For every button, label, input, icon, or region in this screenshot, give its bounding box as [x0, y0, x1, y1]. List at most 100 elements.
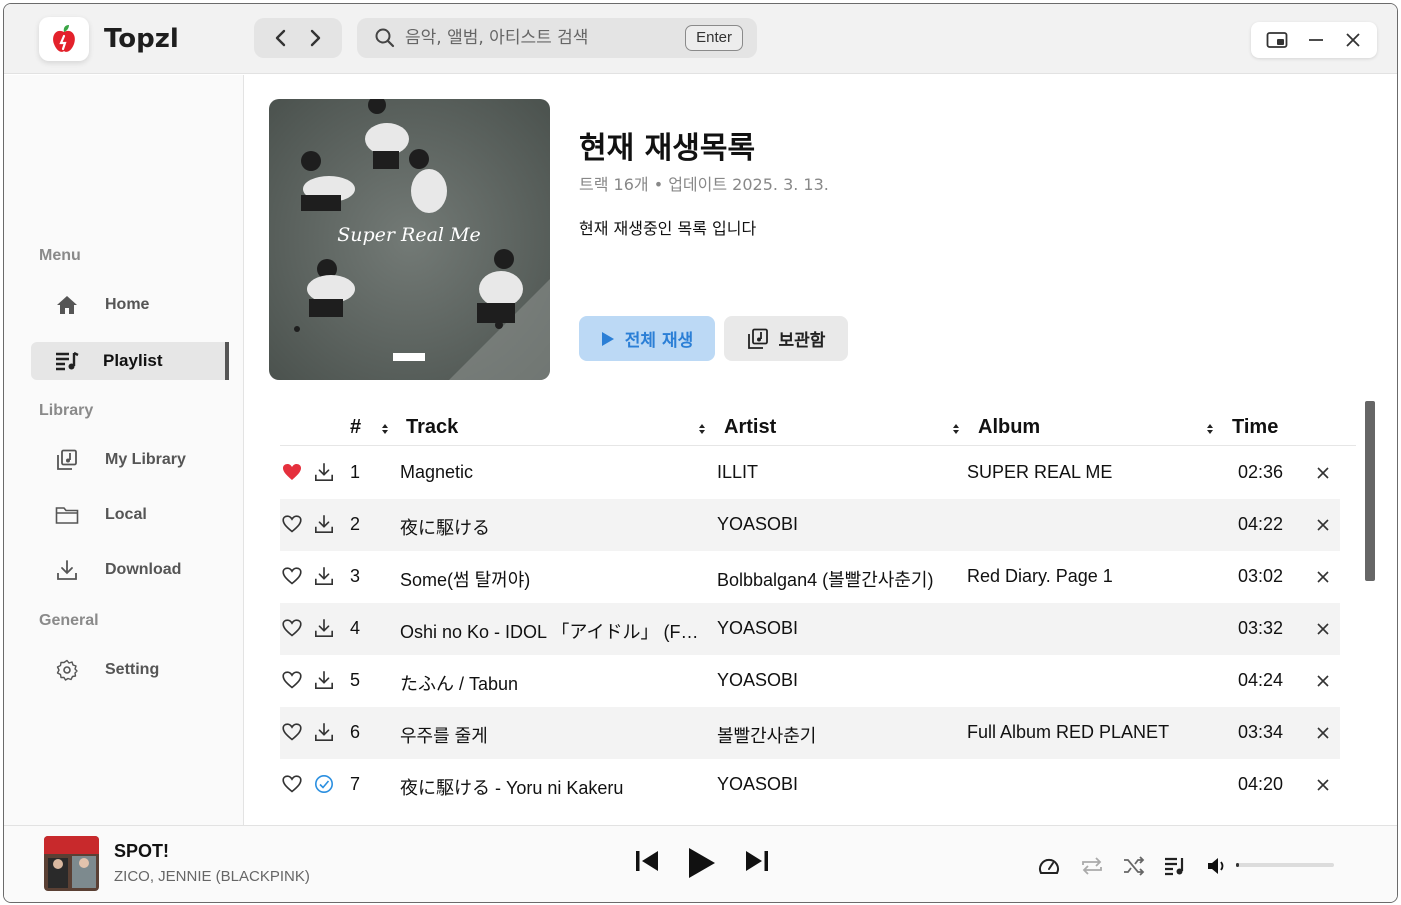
download-icon[interactable]: [314, 722, 334, 747]
repeat-icon: [1082, 857, 1102, 875]
track-table-header: # Track Artist Album Time: [280, 410, 1356, 446]
minimize-button[interactable]: [1307, 31, 1325, 49]
play-icon: [689, 848, 715, 878]
track-title: たふん / Tabun: [400, 674, 519, 694]
download-icon[interactable]: [314, 618, 334, 643]
track-number: 6: [350, 722, 361, 742]
sidebar-item-label: My Library: [105, 451, 186, 468]
download-icon[interactable]: [314, 514, 334, 539]
table-row[interactable]: 7 夜に駆ける - Yoru ni Kakeru YOASOBI 04:20: [280, 759, 1340, 811]
table-row[interactable]: 3 Some(썸 탈꺼야) Bolbbalgan4 (볼빨간사춘기) Red Diar…: [280, 551, 1340, 603]
previous-button[interactable]: [634, 848, 660, 874]
forward-button[interactable]: [308, 29, 322, 47]
gear-icon: [56, 659, 78, 681]
track-artist: Bolbbalgan4 (볼빨간사춘기): [717, 570, 934, 590]
track-duration: 04:20: [1238, 774, 1284, 794]
chevron-left-icon: [275, 29, 286, 47]
track-title: Magnetic: [400, 462, 474, 482]
sort-icon[interactable]: [698, 423, 706, 435]
save-label: 보관함: [778, 331, 826, 351]
header-track[interactable]: Track: [406, 416, 458, 439]
heart-icon[interactable]: [282, 775, 302, 798]
scrollbar-thumb[interactable]: [1365, 401, 1375, 581]
play-icon: [601, 331, 614, 346]
skip-next-icon: [746, 851, 768, 871]
sidebar-item-label: Setting: [105, 661, 160, 678]
album-art-image: [44, 836, 99, 891]
shuffle-button[interactable]: [1122, 856, 1146, 876]
downloaded-check-icon[interactable]: [314, 774, 334, 799]
table-row[interactable]: 1 Magnetic ILLIT SUPER REAL ME 02:36: [280, 447, 1340, 499]
remove-track-button[interactable]: [1316, 776, 1330, 797]
heart-icon[interactable]: [282, 723, 302, 746]
header-time[interactable]: Time: [1232, 416, 1278, 439]
sidebar-item-download[interactable]: Download: [31, 551, 229, 589]
playlist-description: 현재 재생중인 목록 입니다: [579, 219, 757, 238]
sidebar-item-playlist[interactable]: Playlist: [31, 342, 229, 380]
track-duration: 02:36: [1238, 462, 1284, 482]
repeat-button[interactable]: [1080, 856, 1104, 876]
playlist-icon: [1165, 857, 1184, 876]
download-icon: [57, 560, 77, 580]
skip-previous-icon: [636, 851, 658, 871]
sort-icon[interactable]: [952, 423, 960, 435]
sidebar-item-label: Home: [105, 296, 150, 313]
chevron-right-icon: [310, 29, 321, 47]
header-album[interactable]: Album: [978, 416, 1040, 439]
remove-track-button[interactable]: [1316, 724, 1330, 745]
track-artist: YOASOBI: [717, 670, 799, 690]
playback-speed-button[interactable]: [1038, 856, 1060, 876]
sidebar-item-home[interactable]: Home: [31, 286, 229, 324]
next-button[interactable]: [744, 848, 770, 874]
album-cover-image: Super Real Me: [269, 99, 550, 380]
app-window: Topzl Enter Menu: [3, 3, 1398, 903]
queue-button[interactable]: [1164, 856, 1186, 876]
library-icon: [747, 328, 768, 349]
heart-icon[interactable]: [282, 567, 302, 590]
download-icon[interactable]: [314, 670, 334, 695]
heart-icon[interactable]: [282, 671, 302, 694]
volume-button[interactable]: [1207, 856, 1229, 876]
table-row[interactable]: 4 Oshi no Ko - IDOL 「アイドル」 (Full Ver.) YOA…: [280, 603, 1340, 655]
shuffle-icon: [1124, 856, 1145, 876]
table-row[interactable]: 5 たふん / Tabun YOASOBI 04:24: [280, 655, 1340, 707]
back-button[interactable]: [274, 29, 288, 47]
track-number: 7: [350, 774, 361, 794]
close-window-button[interactable]: [1344, 31, 1362, 49]
remove-track-button[interactable]: [1316, 620, 1330, 641]
sort-icon[interactable]: [381, 423, 389, 435]
heart-icon[interactable]: [282, 619, 302, 642]
download-icon[interactable]: [314, 566, 334, 591]
volume-slider[interactable]: [1236, 863, 1334, 867]
heart-icon[interactable]: [282, 515, 302, 538]
mini-player-button[interactable]: [1266, 31, 1288, 49]
remove-track-button[interactable]: [1316, 672, 1330, 693]
search-input[interactable]: [405, 28, 665, 48]
remove-track-button[interactable]: [1316, 464, 1330, 485]
picture-in-picture-icon: [1266, 32, 1288, 48]
sidebar-item-my-library[interactable]: My Library: [31, 441, 229, 479]
table-row[interactable]: 6 우주를 줄게 볼빨간사춘기 Full Album RED PLANET 03:34: [280, 707, 1340, 759]
header-artist[interactable]: Artist: [724, 416, 776, 439]
enter-button[interactable]: Enter: [685, 25, 743, 51]
play-button[interactable]: [687, 846, 717, 880]
section-library: Library: [39, 402, 94, 419]
remove-track-button[interactable]: [1316, 516, 1330, 537]
sidebar-item-setting[interactable]: Setting: [31, 651, 229, 689]
player-bar: SPOT! ZICO, JENNIE (BLACKPINK): [4, 825, 1397, 902]
table-row[interactable]: 2 夜に駆ける YOASOBI 04:22: [280, 499, 1340, 551]
save-to-library-button[interactable]: 보관함: [724, 316, 848, 361]
sidebar-item-local[interactable]: Local: [31, 496, 229, 534]
play-all-button[interactable]: 전체 재생: [579, 316, 715, 361]
heart-filled-icon[interactable]: [282, 463, 302, 486]
track-list: 1 Magnetic ILLIT SUPER REAL ME 02:36 2 夜に駆ける YO…: [280, 447, 1340, 811]
now-playing-thumbnail[interactable]: [44, 836, 99, 891]
header-num[interactable]: #: [350, 416, 361, 439]
play-all-label: 전체 재생: [624, 331, 694, 351]
playlist-cover: Super Real Me: [269, 99, 550, 380]
download-icon[interactable]: [314, 462, 334, 487]
title-bar: Topzl Enter: [4, 4, 1397, 74]
remove-track-button[interactable]: [1316, 568, 1330, 589]
sort-icon[interactable]: [1206, 423, 1214, 435]
track-artist: ILLIT: [717, 462, 759, 482]
